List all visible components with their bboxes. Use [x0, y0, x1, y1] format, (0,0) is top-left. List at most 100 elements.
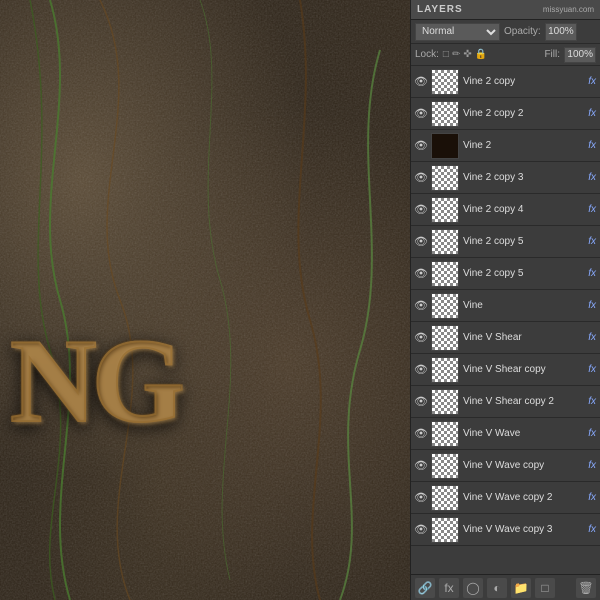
layer-name: Vine 2 copy 5	[461, 268, 586, 279]
fx-button[interactable]: fx	[439, 578, 459, 598]
layer-fx-badge: fx	[588, 524, 596, 535]
layer-fx-badge: fx	[588, 108, 596, 119]
layer-thumbnail	[431, 453, 459, 479]
mask-button[interactable]: ◯	[463, 578, 483, 598]
layer-visibility-toggle[interactable]: 👁	[413, 170, 429, 186]
layer-name: Vine V Wave copy	[461, 460, 586, 471]
layer-thumbnail	[431, 197, 459, 223]
canvas-text: NG	[10, 312, 180, 450]
panel-header: LAYERS missyuan.com	[411, 0, 600, 20]
layer-fx-badge: fx	[588, 236, 596, 247]
layers-panel: LAYERS missyuan.com Normal Opacity: Lock…	[410, 0, 600, 600]
layer-name: Vine V Wave	[461, 428, 586, 439]
layer-fx-badge: fx	[588, 396, 596, 407]
layer-item[interactable]: 👁Vine 2 copy 3fx	[411, 162, 600, 194]
layer-item[interactable]: 👁 Vinefx	[411, 290, 600, 322]
opacity-input[interactable]	[545, 23, 577, 41]
lock-icons: □ ✏ ✜ 🔒	[443, 49, 487, 60]
layer-fx-badge: fx	[588, 332, 596, 343]
layer-visibility-toggle[interactable]: 👁	[413, 298, 429, 314]
lock-paint-icon[interactable]: ✏	[452, 49, 460, 60]
blend-mode-select[interactable]: Normal	[415, 23, 500, 41]
canvas-area: NG	[0, 0, 410, 600]
layer-name: Vine 2	[461, 140, 586, 151]
layer-item[interactable]: 👁 Vine V Wave copyfx	[411, 450, 600, 482]
layer-thumbnail	[431, 229, 459, 255]
layer-name: Vine 2 copy 5	[461, 236, 586, 247]
layer-name: Vine V Shear copy	[461, 364, 586, 375]
layer-thumbnail	[431, 517, 459, 543]
layer-fx-badge: fx	[588, 300, 596, 311]
layers-list: 👁Vine 2 copyfx👁Vine 2 copy 2fx👁Vine 2fx👁…	[411, 66, 600, 574]
watermark: missyuan.com	[543, 5, 594, 14]
layer-name: Vine V Shear	[461, 332, 586, 343]
layer-visibility-toggle[interactable]: 👁	[413, 362, 429, 378]
layer-visibility-toggle[interactable]: 👁	[413, 266, 429, 282]
layer-item[interactable]: 👁 Vine V Shear copy 2fx	[411, 386, 600, 418]
layer-item[interactable]: 👁 Vine 2 copy 4fx	[411, 194, 600, 226]
layer-item[interactable]: 👁 Vine V Wavefx	[411, 418, 600, 450]
layer-name: Vine V Shear copy 2	[461, 396, 586, 407]
layer-name: Vine 2 copy 2	[461, 108, 586, 119]
main-container: NG LAYERS missyuan.com Normal Opacity: L…	[0, 0, 600, 600]
link-layers-button[interactable]: 🔗	[415, 578, 435, 598]
layer-thumbnail	[431, 325, 459, 351]
layer-visibility-toggle[interactable]: 👁	[413, 394, 429, 410]
delete-layer-button[interactable]: 🗑	[576, 578, 596, 598]
layer-thumbnail	[431, 261, 459, 287]
layer-visibility-toggle[interactable]: 👁	[413, 522, 429, 538]
layer-visibility-toggle[interactable]: 👁	[413, 106, 429, 122]
layer-fx-badge: fx	[588, 460, 596, 471]
layer-thumbnail	[431, 133, 459, 159]
layer-thumbnail	[431, 69, 459, 95]
layer-visibility-toggle[interactable]: 👁	[413, 202, 429, 218]
layer-item[interactable]: 👁 Vine 2 copy 5fx	[411, 258, 600, 290]
stone-background: NG	[0, 0, 410, 600]
fill-label: Fill:	[544, 49, 560, 60]
layer-visibility-toggle[interactable]: 👁	[413, 330, 429, 346]
layer-thumbnail	[431, 165, 459, 191]
layer-fx-badge: fx	[588, 492, 596, 503]
layer-visibility-toggle[interactable]: 👁	[413, 490, 429, 506]
layer-thumbnail	[431, 485, 459, 511]
layer-name: Vine V Wave copy 2	[461, 492, 586, 503]
lock-position-icon[interactable]: ✜	[463, 49, 471, 60]
panel-title: LAYERS	[417, 4, 463, 15]
adjustment-button[interactable]: ◐	[487, 578, 507, 598]
blend-opacity-row: Normal Opacity:	[411, 20, 600, 44]
layer-item[interactable]: 👁 Vine 2 copy 5fx	[411, 226, 600, 258]
layer-item[interactable]: 👁 Vine V Wave copy 2fx	[411, 482, 600, 514]
layer-visibility-toggle[interactable]: 👁	[413, 138, 429, 154]
texture-overlay	[0, 0, 410, 600]
layer-thumbnail	[431, 421, 459, 447]
layer-fx-badge: fx	[588, 204, 596, 215]
layer-fx-badge: fx	[588, 364, 596, 375]
layer-name: Vine V Wave copy 3	[461, 524, 586, 535]
layer-name: Vine 2 copy 4	[461, 204, 586, 215]
layer-item[interactable]: 👁 Vine 2 copy 2fx	[411, 98, 600, 130]
layer-visibility-toggle[interactable]: 👁	[413, 74, 429, 90]
layer-name: Vine 2 copy	[461, 76, 586, 87]
layer-thumbnail	[431, 101, 459, 127]
layer-fx-badge: fx	[588, 76, 596, 87]
lock-label: Lock:	[415, 49, 439, 60]
layer-fx-badge: fx	[588, 268, 596, 279]
layer-item[interactable]: 👁 Vine 2 copyfx	[411, 66, 600, 98]
layer-name: Vine	[461, 300, 586, 311]
layer-item[interactable]: 👁 Vine V Shear copyfx	[411, 354, 600, 386]
layer-name: Vine 2 copy 3	[461, 172, 586, 183]
fill-input[interactable]	[564, 47, 596, 63]
opacity-label: Opacity:	[504, 26, 541, 37]
layer-fx-badge: fx	[588, 428, 596, 439]
layer-item[interactable]: 👁 Vine V Shearfx	[411, 322, 600, 354]
lock-transparent-icon[interactable]: □	[443, 49, 449, 60]
lock-fill-row: Lock: □ ✏ ✜ 🔒 Fill:	[411, 44, 600, 66]
lock-all-icon[interactable]: 🔒	[475, 49, 487, 60]
layer-visibility-toggle[interactable]: 👁	[413, 426, 429, 442]
layer-item[interactable]: 👁 Vine V Wave copy 3fx	[411, 514, 600, 546]
new-layer-button[interactable]: □	[535, 578, 555, 598]
layer-item[interactable]: 👁Vine 2fx	[411, 130, 600, 162]
layer-visibility-toggle[interactable]: 👁	[413, 458, 429, 474]
new-group-button[interactable]: 📁	[511, 578, 531, 598]
layer-visibility-toggle[interactable]: 👁	[413, 234, 429, 250]
